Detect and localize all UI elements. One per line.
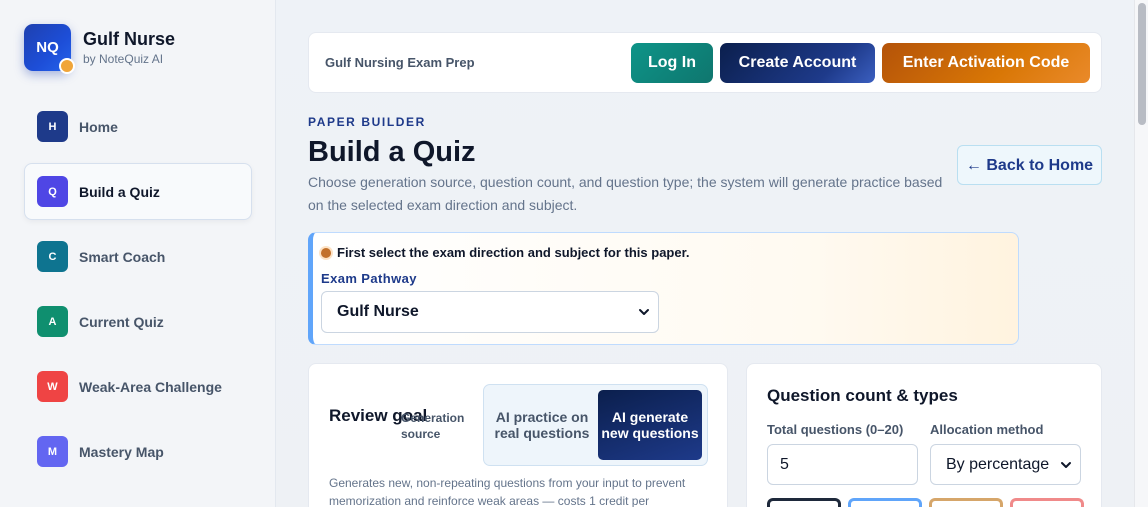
sidebar-item-label: Home — [79, 118, 118, 135]
allocation-method-value: By percentage — [946, 455, 1050, 473]
exam-pathway-notice: First select the exam direction and subj… — [308, 232, 1019, 345]
sidebar-nav: H Home Q Build a Quiz C Smart Coach A Cu… — [24, 98, 252, 488]
question-type-chip-2[interactable] — [848, 498, 922, 507]
scrollbar-thumb[interactable] — [1138, 3, 1146, 125]
sidebar: NQ Gulf Nurse by NoteQuiz AI H Home Q Bu… — [0, 0, 276, 507]
status-dot-icon — [59, 58, 75, 74]
generation-source-label: Generation source — [401, 411, 465, 441]
sidebar-item-label: Smart Coach — [79, 248, 166, 265]
page-title: Build a Quiz — [308, 136, 476, 168]
sidebar-item-build-quiz[interactable]: Q Build a Quiz — [24, 163, 252, 220]
question-type-chip-4[interactable] — [1010, 498, 1084, 507]
sidebar-item-label: Mastery Map — [79, 443, 164, 460]
top-bar: Gulf Nursing Exam Prep Log In Create Acc… — [308, 32, 1102, 93]
home-badge-icon: H — [37, 111, 68, 142]
exam-pathway-value: Gulf Nurse — [337, 303, 419, 320]
back-to-home-button[interactable]: ← Back to Home — [957, 145, 1102, 185]
sidebar-item-label: Current Quiz — [79, 313, 164, 330]
question-type-chip-3[interactable] — [929, 498, 1003, 507]
weak-area-badge-icon: W — [37, 371, 68, 402]
chevron-down-icon — [639, 309, 649, 315]
allocation-method-select[interactable]: By percentage — [930, 444, 1081, 485]
main-content: Gulf Nursing Exam Prep Log In Create Acc… — [276, 0, 1134, 507]
exam-pathway-select[interactable]: Gulf Nurse — [321, 291, 659, 333]
current-quiz-badge-icon: A — [37, 306, 68, 337]
sidebar-item-mastery-map[interactable]: M Mastery Map — [24, 423, 252, 480]
page-eyebrow: PAPER BUILDER — [308, 115, 426, 129]
question-count-title: Question count & types — [767, 386, 958, 405]
brand-subtitle: by NoteQuiz AI — [83, 52, 164, 66]
brand[interactable]: NQ Gulf Nurse by NoteQuiz AI — [24, 24, 176, 74]
topbar-title: Gulf Nursing Exam Prep — [325, 55, 475, 70]
sidebar-item-home[interactable]: H Home — [24, 98, 252, 155]
mastery-badge-icon: M — [37, 436, 68, 467]
option-ai-generate-new[interactable]: AI generate new questions — [598, 390, 702, 460]
option-ai-practice-real[interactable]: AI practice on real questions — [490, 390, 594, 460]
coach-badge-icon: C — [37, 241, 68, 272]
exam-pathway-label: Exam Pathway — [321, 271, 417, 286]
sidebar-item-smart-coach[interactable]: C Smart Coach — [24, 228, 252, 285]
review-goal-card: Review goal Generation source AI practic… — [308, 363, 728, 507]
review-goal-description: Generates new, non-repeating questions f… — [329, 476, 686, 507]
page-description: Choose generation source, question count… — [308, 174, 943, 213]
login-button[interactable]: Log In — [631, 43, 713, 83]
generation-source-toggle: AI practice on real questions AI generat… — [483, 384, 708, 466]
sidebar-item-weak-area[interactable]: W Weak-Area Challenge — [24, 358, 252, 415]
total-questions-input[interactable]: 5 — [767, 444, 918, 485]
activation-code-button[interactable]: Enter Activation Code — [882, 43, 1090, 83]
brand-logo: NQ — [24, 24, 75, 74]
sidebar-item-current-quiz[interactable]: A Current Quiz — [24, 293, 252, 350]
question-count-card: Question count & types Total questions (… — [746, 363, 1102, 507]
allocation-method-label: Allocation method — [930, 422, 1044, 437]
total-questions-label: Total questions (0–20) — [767, 422, 904, 437]
page-scrollbar[interactable] — [1134, 0, 1148, 507]
brand-logo-text: NQ — [36, 39, 59, 56]
create-account-button[interactable]: Create Account — [720, 43, 875, 83]
chevron-down-icon — [1061, 462, 1071, 468]
quiz-badge-icon: Q — [37, 176, 68, 207]
question-type-chip-1[interactable] — [767, 498, 841, 507]
notice-dot-icon — [321, 248, 331, 258]
notice-text: First select the exam direction and subj… — [337, 245, 690, 260]
sidebar-item-label: Weak-Area Challenge — [79, 378, 222, 395]
brand-title: Gulf Nurse — [83, 29, 176, 49]
sidebar-item-label: Build a Quiz — [79, 183, 160, 200]
